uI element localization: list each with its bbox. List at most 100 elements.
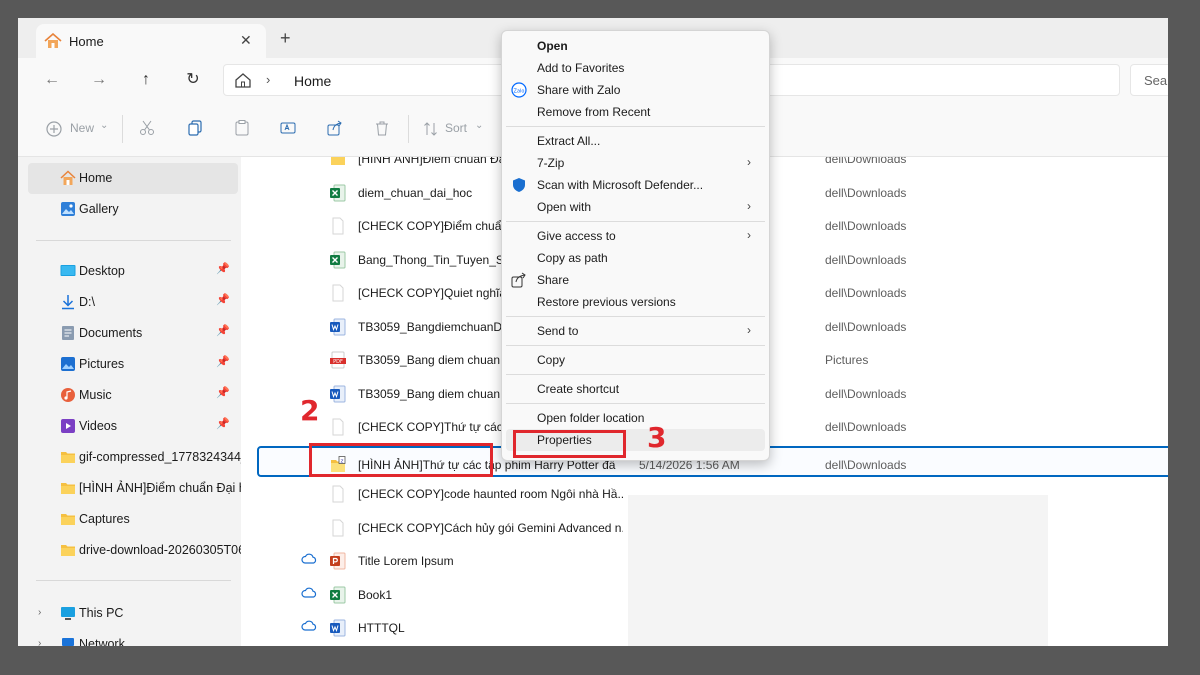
sort-icon (424, 122, 437, 136)
menu-item-create-shortcut[interactable]: Create shortcut (502, 378, 769, 400)
music-icon (61, 388, 75, 402)
new-tab-button[interactable]: + (280, 29, 291, 47)
menu-item-scan-with-microsoft-defender[interactable]: Scan with Microsoft Defender... (502, 174, 769, 196)
new-button[interactable]: New ⌄ (46, 120, 116, 138)
chevron-right-icon: › (747, 155, 751, 169)
close-tab-icon[interactable]: ✕ (240, 32, 252, 49)
file-location: dell\Downloads (825, 457, 907, 472)
sidebar-item-folder[interactable]: gif-compressed_1778324344_d (28, 442, 241, 473)
file-row[interactable]: Title Lorem Ipsum (242, 544, 1168, 577)
sidebar-item-label: Music (79, 388, 112, 402)
menu-item-label: 7-Zip (537, 156, 565, 170)
up-icon[interactable]: ↑ (135, 69, 157, 91)
share-icon (511, 272, 527, 288)
file-row[interactable]: [CHECK COPY]code haunted room Ngôi nhà H… (242, 477, 1168, 510)
file-row[interactable]: Book1 (242, 578, 1168, 611)
delete-button[interactable] (374, 120, 390, 138)
sidebar-item-network[interactable]: Network (28, 629, 238, 646)
divider (122, 115, 123, 143)
menu-item-label: Extract All... (537, 134, 601, 148)
back-icon[interactable]: ← (41, 69, 63, 91)
sidebar-item-label: gif-compressed_1778324344_d (79, 450, 241, 464)
shield-icon (511, 177, 527, 193)
sidebar-item-folder[interactable]: drive-download-20260305T062 (28, 535, 241, 566)
menu-separator (506, 403, 765, 404)
sidebar-item-videos[interactable]: Videos 📌 (28, 411, 238, 442)
chevron-right-icon: › (747, 199, 751, 213)
rename-button[interactable] (280, 120, 296, 138)
file-name: [CHECK COPY]Cách hủy gói Gemini Advanced… (358, 520, 623, 535)
menu-item-open[interactable]: Open (502, 35, 769, 57)
sidebar-item-documents[interactable]: Documents 📌 (28, 318, 238, 349)
file-explorer-window: Home ✕ + ← → ↑ ↻ › Home Search New ⌄ (18, 18, 1168, 646)
documents-icon (62, 326, 74, 340)
menu-item-share-with-zalo[interactable]: Zalo Share with Zalo (502, 79, 769, 101)
sidebar-item-folder[interactable]: [HÌNH ẢNH]Điểm chuẩn Đại họ (28, 473, 241, 504)
sidebar-item-label: [HÌNH ẢNH]Điểm chuẩn Đại họ (79, 481, 241, 495)
step-3-label: 3 (647, 421, 667, 454)
excel-file-icon (330, 251, 346, 269)
file-location: dell\Downloads (825, 420, 907, 434)
file-row[interactable]: [CHECK COPY]Cách hủy gói Gemini Advanced… (242, 511, 1168, 544)
scissors-icon (140, 120, 154, 135)
word-file-icon (330, 385, 346, 403)
sidebar-item-pictures[interactable]: Pictures 📌 (28, 349, 238, 380)
sidebar-item-label: Videos (79, 419, 117, 433)
breadcrumb[interactable]: Home (294, 73, 331, 89)
pin-icon[interactable]: 📌 (216, 293, 230, 306)
forward-icon[interactable]: → (88, 69, 110, 91)
desktop-icon (60, 265, 76, 276)
menu-item-restore-previous-versions[interactable]: Restore previous versions (502, 291, 769, 313)
menu-item-open-with[interactable]: Open with › (502, 196, 769, 218)
file-location: dell\Downloads (825, 185, 907, 200)
file-row[interactable]: HTTTQL (242, 611, 1168, 644)
menu-item-label: Send to (537, 324, 579, 338)
cut-button[interactable] (139, 120, 155, 138)
sidebar-item-label: Captures (79, 512, 130, 526)
folder-icon (61, 545, 75, 556)
menu-item-label: Scan with Microsoft Defender... (537, 178, 704, 192)
share-button[interactable] (327, 120, 343, 138)
pin-icon[interactable]: 📌 (216, 417, 230, 430)
menu-item-label: Remove from Recent (537, 105, 651, 119)
pin-icon[interactable]: 📌 (216, 386, 230, 399)
paste-button[interactable] (234, 120, 250, 138)
menu-item-add-to-favorites[interactable]: Add to Favorites (502, 57, 769, 79)
sidebar-item-label: Gallery (79, 202, 119, 216)
sidebar-item-home[interactable]: Home (28, 163, 238, 194)
menu-item-remove-from-recent[interactable]: Remove from Recent (502, 101, 769, 123)
menu-item-open-folder-location[interactable]: Open folder location (502, 407, 769, 429)
menu-item-label: Open with (537, 200, 592, 214)
pin-icon[interactable]: 📌 (216, 262, 230, 275)
sidebar-item-music[interactable]: Music 📌 (28, 380, 238, 411)
blank-file-icon (330, 418, 346, 436)
sidebar-item-gallery[interactable]: Gallery (28, 194, 238, 225)
tab-label: Home (69, 34, 104, 49)
pin-icon[interactable]: 📌 (216, 324, 230, 337)
home-icon (235, 73, 251, 88)
menu-separator (506, 221, 765, 222)
file-location: dell\Downloads (825, 252, 907, 267)
sidebar-item-desktop[interactable]: Desktop 📌 (28, 256, 238, 287)
sidebar-item-label: Network (79, 637, 125, 646)
menu-item-7-zip[interactable]: 7-Zip › (502, 152, 769, 174)
menu-item-copy-as-path[interactable]: Copy as path (502, 247, 769, 269)
menu-item-send-to[interactable]: Send to › (502, 320, 769, 342)
refresh-icon[interactable]: ↻ (182, 69, 204, 91)
menu-item-extract-all[interactable]: Extract All... (502, 130, 769, 152)
menu-item-give-access-to[interactable]: Give access to › (502, 225, 769, 247)
sort-button[interactable]: Sort ⌄ (423, 120, 493, 138)
navigation-pane: Home Gallery Desktop 📌 D:\ 📌 Documents 📌… (18, 157, 241, 646)
sidebar-item-d-drive[interactable]: D:\ 📌 (28, 287, 238, 318)
menu-item-share[interactable]: Share (502, 269, 769, 291)
search-input[interactable]: Search (1130, 64, 1168, 96)
copy-icon (188, 120, 202, 136)
pin-icon[interactable]: 📌 (216, 355, 230, 368)
sidebar-item-captures[interactable]: Captures (28, 504, 238, 535)
breadcrumb-separator-icon: › (266, 72, 271, 87)
sidebar-item-this-pc[interactable]: This PC (28, 598, 238, 629)
copy-button[interactable] (187, 120, 203, 138)
menu-item-copy[interactable]: Copy (502, 349, 769, 371)
tab-home[interactable]: Home ✕ (36, 24, 266, 58)
share-icon (327, 120, 342, 136)
